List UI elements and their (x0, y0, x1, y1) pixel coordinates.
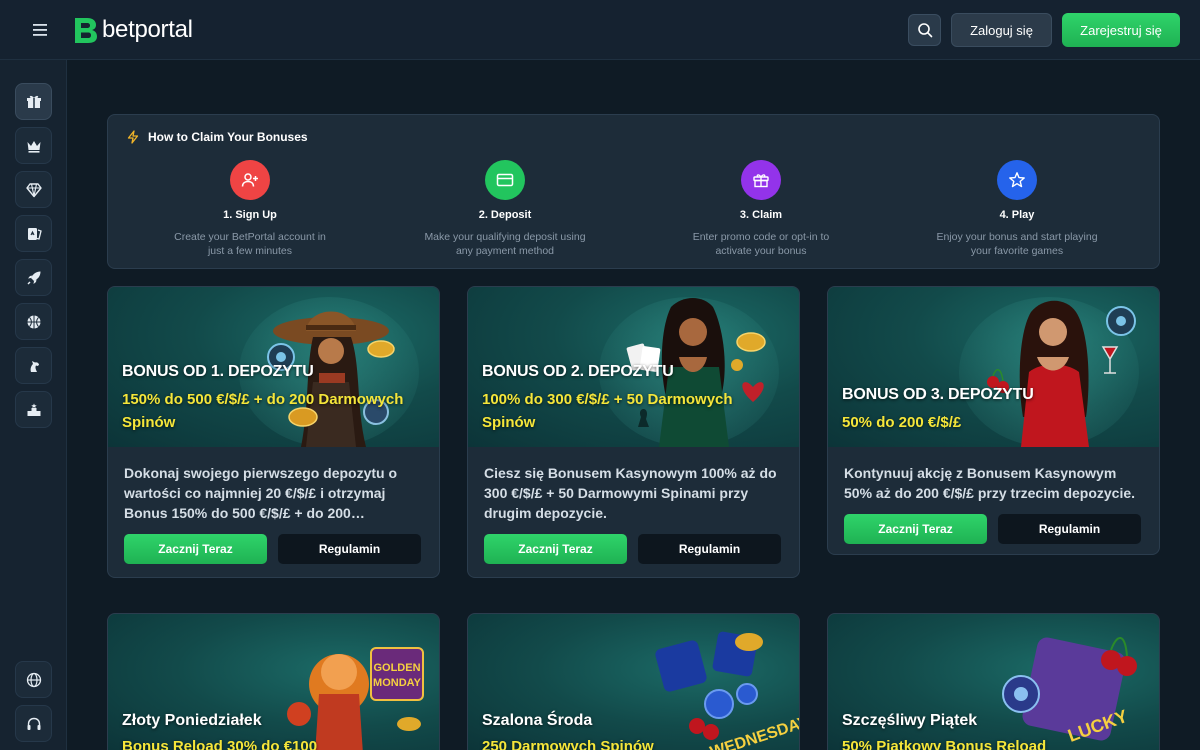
live-casino-icon (27, 227, 42, 240)
promo-card-subtitle: 250 Darmowych Spinów (482, 738, 654, 750)
step-circle (741, 160, 781, 200)
step-description: Enter promo code or opt-in to activate y… (692, 231, 830, 257)
terms-button[interactable]: Regulamin (638, 534, 781, 564)
bonus-card-heading: BONUS OD 2. DEPOZYTU (482, 363, 674, 380)
sidebar-item-vip[interactable] (15, 127, 52, 164)
logo-text: betportal (102, 16, 193, 43)
headset-icon (27, 717, 40, 730)
sidebar-item-tournaments[interactable] (15, 391, 52, 428)
step-title: 4. Play (999, 209, 1035, 221)
gift-icon (26, 95, 41, 108)
user-plus-icon (241, 173, 258, 187)
bonus-card-description: Dokonaj swojego pierwszego depozytu o wa… (124, 465, 398, 521)
bonus-card-description: Kontynuuj akcję z Bonusem Kasynowym 50% … (844, 465, 1136, 501)
promo-card-title: Szczęśliwy Piątek (842, 712, 978, 729)
wild-wednesday-illustration: WEDNESDAY (655, 631, 799, 750)
bonus-card-body: Dokonaj swojego pierwszego depozytu o wa… (108, 447, 439, 564)
step-deposit: 2. Deposit Make your qualifying deposit … (405, 160, 605, 258)
step-sign-up: 1. Sign Up Create your BetPortal account… (150, 160, 350, 258)
credit-card-icon (496, 173, 514, 187)
art-caption: WEDNESDAY (708, 713, 799, 750)
login-button[interactable]: Zaloguj się (951, 13, 1052, 47)
rocket-icon (27, 271, 40, 284)
start-now-button[interactable]: Zacznij Teraz (484, 534, 627, 564)
bonus-card-banner: BONUS OD 2. DEPOZYTU 100% do 300 €/$/£ +… (468, 287, 799, 447)
bonus-card-offer: 50% do 200 €/$/£ (842, 414, 962, 431)
sidebar-item-crash-games[interactable] (15, 259, 52, 296)
golden-monday-illustration: GOLDEN MONDAY (287, 647, 424, 750)
step-title: 2. Deposit (478, 209, 532, 221)
terms-button[interactable]: Regulamin (998, 514, 1141, 544)
bonus-card-first-deposit: BONUS OD 1. DEPOZYTU 150% do 500 €/$/£ +… (107, 286, 440, 578)
step-play: 4. Play Enjoy your bonus and start playi… (917, 160, 1117, 258)
sidebar-item-virtual-sports[interactable] (15, 347, 52, 384)
sidebar-item-casino[interactable] (15, 171, 52, 208)
start-now-button[interactable]: Zacznij Teraz (124, 534, 267, 564)
promo-card-title: Złoty Poniedziałek (122, 712, 262, 729)
search-icon (917, 23, 932, 38)
step-description: Create your BetPortal account in just a … (174, 231, 326, 257)
promo-card-golden-monday[interactable]: GOLDEN MONDAY Złoty Poniedziałek Bonus R… (107, 613, 440, 750)
search-button[interactable] (908, 14, 941, 46)
start-now-button[interactable]: Zacznij Teraz (844, 514, 987, 544)
language-button[interactable] (15, 661, 52, 698)
support-button[interactable] (15, 705, 52, 742)
betportal-logo-icon (75, 18, 97, 43)
bonus-card-description: Ciesz się Bonusem Kasynowym 100% aż do 3… (484, 465, 777, 521)
sidebar-item-live-casino[interactable] (15, 215, 52, 252)
art-caption: MONDAY (373, 677, 422, 689)
step-title: 3. Claim (739, 209, 783, 221)
register-button[interactable]: Zarejestruj się (1062, 13, 1180, 47)
bonus-card-second-deposit: BONUS OD 2. DEPOZYTU 100% do 300 €/$/£ +… (467, 286, 800, 578)
star-icon (1009, 172, 1025, 188)
promo-card-lucky-friday[interactable]: LUCKY Szczęśliwy Piątek 50% Piątkowy Bon… (827, 613, 1160, 750)
podium-icon (27, 403, 40, 416)
gift-icon (753, 174, 769, 188)
promo-card-subtitle: 50% Piątkowy Bonus Reload (842, 738, 1047, 750)
bonus-card-banner: BONUS OD 1. DEPOZYTU 150% do 500 €/$/£ +… (108, 287, 439, 447)
step-claim: 3. Claim Enter promo code or opt-in to a… (661, 160, 861, 258)
basketball-icon (27, 315, 40, 328)
promo-card-subtitle: Bonus Reload 30% do €100 (122, 738, 318, 750)
menu-icon[interactable] (28, 19, 52, 41)
step-circle (230, 160, 270, 200)
logo[interactable]: betportal (72, 14, 193, 46)
step-description: Make your qualifying deposit using any p… (424, 231, 586, 257)
art-caption: GOLDEN (373, 662, 420, 674)
lightning-icon (127, 130, 139, 144)
lucky-friday-illustration: LUCKY (1002, 637, 1137, 746)
sidebar-item-sports[interactable] (15, 303, 52, 340)
terms-button[interactable]: Regulamin (278, 534, 421, 564)
claim-title-text: How to Claim Your Bonuses (148, 130, 308, 144)
bonus-card-offer: 150% do 500 €/$/£ + do 200 Darmowych Spi… (122, 391, 404, 431)
bonus-card-third-deposit: BONUS OD 3. DEPOZYTU 50% do 200 €/$/£ Ko… (827, 286, 1160, 555)
promo-card-title: Szalona Środa (482, 712, 593, 729)
main-content: How to Claim Your Bonuses 1. Sign Up Cre… (67, 60, 1200, 750)
globe-icon (26, 672, 41, 687)
bonus-card-offer: 100% do 300 €/$/£ + 50 Darmowych Spinów (482, 391, 733, 431)
step-circle (997, 160, 1037, 200)
crown-icon (27, 140, 40, 153)
promo-card-wild-wednesday[interactable]: WEDNESDAY Szalona Środa 250 Darmowych Sp… (467, 613, 800, 750)
sidebar (0, 60, 67, 750)
horse-racing-icon (30, 360, 39, 372)
bonus-card-heading: BONUS OD 3. DEPOZYTU (842, 386, 1034, 403)
bonus-card-body: Ciesz się Bonusem Kasynowym 100% aż do 3… (468, 447, 799, 564)
claim-panel-title: How to Claim Your Bonuses (126, 130, 308, 144)
bonus-card-banner: BONUS OD 3. DEPOZYTU 50% do 200 €/$/£ (828, 287, 1159, 447)
step-title: 1. Sign Up (223, 209, 277, 221)
top-header: betportal Zaloguj się Zarejestruj się (0, 0, 1200, 60)
sidebar-item-promotions[interactable] (15, 83, 52, 120)
claim-bonuses-panel: How to Claim Your Bonuses 1. Sign Up Cre… (107, 114, 1160, 269)
step-description: Enjoy your bonus and start playing your … (936, 231, 1098, 257)
diamond-icon (25, 182, 42, 197)
bonus-card-heading: BONUS OD 1. DEPOZYTU (122, 363, 314, 380)
step-circle (485, 160, 525, 200)
bonus-card-body: Kontynuuj akcję z Bonusem Kasynowym 50% … (828, 447, 1159, 544)
